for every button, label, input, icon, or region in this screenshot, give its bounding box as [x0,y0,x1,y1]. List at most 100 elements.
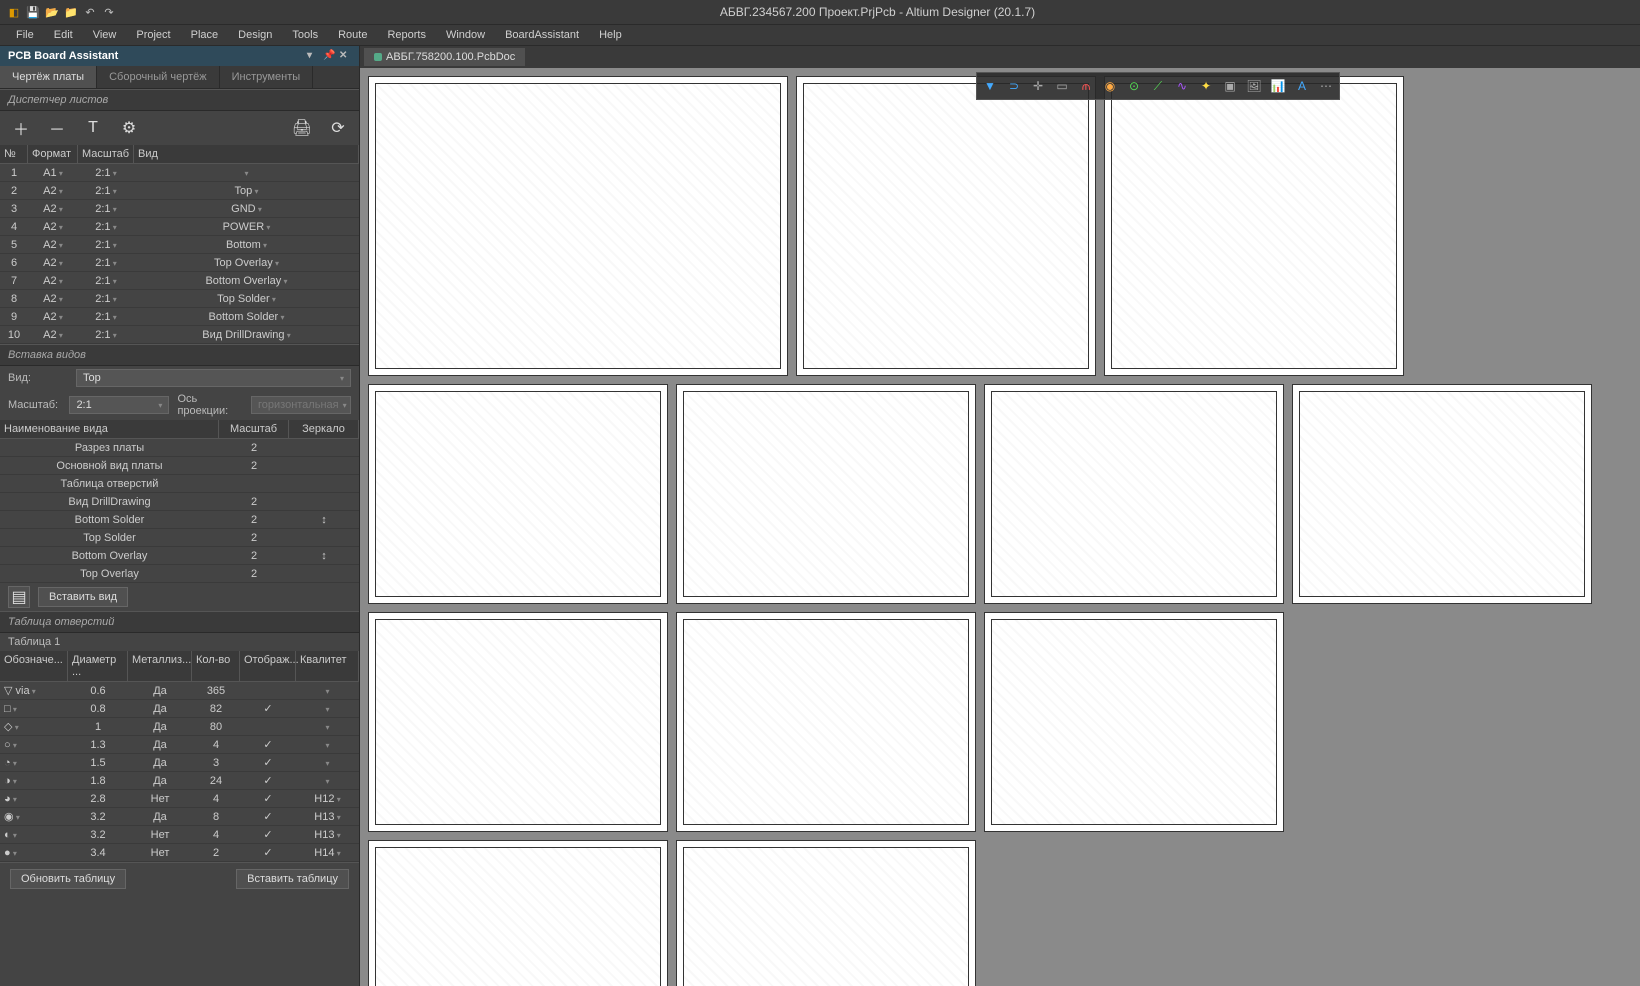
hole-row[interactable]: ◔ 1.5 Да 3 ✓ [0,754,359,772]
folder-icon[interactable]: 📁 [63,4,79,20]
sheet-row[interactable]: 6 A2 2:1 Top Overlay [0,254,359,272]
menu-boardassistant[interactable]: BoardAssistant [495,27,589,43]
text-tool-icon[interactable]: A [1291,75,1313,97]
tab-tools[interactable]: Инструменты [220,66,314,88]
more-icon[interactable]: ⋯ [1315,75,1337,97]
menu-help[interactable]: Help [589,27,632,43]
insert-view-button[interactable]: Вставить вид [38,587,128,607]
hole-row[interactable]: ◉ 3.2 Да 8 ✓ H13 [0,808,359,826]
sheet-row[interactable]: 9 A2 2:1 Bottom Solder [0,308,359,326]
update-table-button[interactable]: Обновить таблицу [10,869,126,889]
star-icon[interactable]: ✦ [1195,75,1217,97]
undo-icon[interactable]: ↶ [82,4,98,20]
sheet-row[interactable]: 7 A2 2:1 Bottom Overlay [0,272,359,290]
col-view[interactable]: Вид [134,145,359,163]
menu-place[interactable]: Place [181,27,229,43]
drawing-sheet[interactable] [368,384,668,604]
align-icon[interactable]: ⫙ [1075,75,1097,97]
menu-tools[interactable]: Tools [282,27,328,43]
drawing-sheet[interactable] [984,612,1284,832]
via-icon[interactable]: ⊙ [1123,75,1145,97]
drawing-sheet[interactable] [796,76,1096,376]
remove-sheet-icon[interactable]: － [46,117,68,139]
hole-row[interactable]: ◇ 1 Да 80 [0,718,359,736]
refresh-icon[interactable]: ⟳ [327,117,349,139]
col-symbol[interactable]: Обозначе... [0,651,68,681]
drawing-sheet[interactable] [368,840,668,986]
view-row[interactable]: Основной вид платы 2 [0,457,359,475]
magnet-icon[interactable]: ⊃ [1003,75,1025,97]
scale-select[interactable]: 2:1 [69,396,169,414]
add-sheet-icon[interactable]: ＋ [10,117,32,139]
col-metallization[interactable]: Металлиз... [128,651,192,681]
sheet-row[interactable]: 8 A2 2:1 Top Solder [0,290,359,308]
sheet-row[interactable]: 10 A2 2:1 Вид DrillDrawing [0,326,359,344]
drawing-sheet[interactable] [676,612,976,832]
pad-icon[interactable]: ◉ [1099,75,1121,97]
view-row[interactable]: Вид DrillDrawing 2 [0,493,359,511]
track-icon[interactable]: ⟋ [1147,75,1169,97]
layer-icon[interactable]: ▤ [8,586,30,608]
view-select[interactable]: Top [76,369,351,387]
rect-icon[interactable]: ▭ [1051,75,1073,97]
drawing-sheet[interactable] [676,384,976,604]
drawing-sheet[interactable] [1292,384,1592,604]
view-row[interactable]: Bottom Overlay 2 ↕ [0,547,359,565]
drawing-sheet[interactable] [368,76,788,376]
pcb-canvas[interactable]: ▼ ⊃ ✛ ▭ ⫙ ◉ ⊙ ⟋ ∿ ✦ ▣ 🖼 📊 A ⋯ [360,68,1640,986]
hole-row[interactable]: ◐ 3.2 Нет 4 ✓ H13 [0,826,359,844]
drawing-sheet[interactable] [984,384,1284,604]
sheet-row[interactable]: 4 A2 2:1 POWER [0,218,359,236]
panel-close-icon[interactable]: ✕ [339,50,351,62]
col-num[interactable]: № [0,145,28,163]
hole-row[interactable]: ○ 1.3 Да 4 ✓ [0,736,359,754]
crosshair-icon[interactable]: ✛ [1027,75,1049,97]
file-tab-pcbdoc[interactable]: АВБГ.758200.100.PcbDoc [364,48,525,66]
col-viewname[interactable]: Наименование вида [0,420,219,438]
hole-row[interactable]: ● 3.4 Нет 2 ✓ H14 [0,844,359,862]
sheet-row[interactable]: 5 A2 2:1 Bottom [0,236,359,254]
col-mirror[interactable]: Зеркало [289,420,359,438]
chart-icon[interactable]: 📊 [1267,75,1289,97]
tab-board-drawing[interactable]: Чертёж платы [0,66,97,88]
route-icon[interactable]: ∿ [1171,75,1193,97]
menu-reports[interactable]: Reports [377,27,436,43]
sheet-row[interactable]: 1 A1 2:1 [0,164,359,182]
drawing-sheet[interactable] [368,612,668,832]
hole-row[interactable]: □ 0.8 Да 82 ✓ [0,700,359,718]
text-icon[interactable]: T [82,117,104,139]
panel-dropdown-icon[interactable]: ▾ [307,50,319,62]
axis-select[interactable]: горизонтальная [251,396,351,414]
print-icon[interactable]: 🖨 [291,117,313,139]
menu-window[interactable]: Window [436,27,495,43]
layer-toggle-icon[interactable]: ▣ [1219,75,1241,97]
col-quality[interactable]: Квалитет [296,651,359,681]
sheet-row[interactable]: 3 A2 2:1 GND [0,200,359,218]
redo-icon[interactable]: ↷ [101,4,117,20]
view-row[interactable]: Top Overlay 2 [0,565,359,583]
insert-table-button[interactable]: Вставить таблицу [236,869,349,889]
view-row[interactable]: Разрез платы 2 [0,439,359,457]
tab-assembly-drawing[interactable]: Сборочный чертёж [97,66,220,88]
col-qty[interactable]: Кол-во [192,651,240,681]
save-icon[interactable]: 💾 [25,4,41,20]
menu-edit[interactable]: Edit [44,27,83,43]
drawing-sheet[interactable] [1104,76,1404,376]
view-row[interactable]: Bottom Solder 2 ↕ [0,511,359,529]
drawing-sheet[interactable] [676,840,976,986]
image-icon[interactable]: 🖼 [1243,75,1265,97]
hole-row[interactable]: ◕ 2.8 Нет 4 ✓ H12 [0,790,359,808]
view-row[interactable]: Таблица отверстий [0,475,359,493]
menu-route[interactable]: Route [328,27,377,43]
sheet-row[interactable]: 2 A2 2:1 Top [0,182,359,200]
view-row[interactable]: Top Solder 2 [0,529,359,547]
menu-file[interactable]: File [6,27,44,43]
menu-design[interactable]: Design [228,27,282,43]
col-scale[interactable]: Масштаб [78,145,134,163]
app-icon[interactable]: ◧ [6,4,22,20]
panel-pin-icon[interactable]: 📌 [323,50,335,62]
col-format[interactable]: Формат [28,145,78,163]
menu-view[interactable]: View [83,27,127,43]
col-display[interactable]: Отображ... [240,651,296,681]
menu-project[interactable]: Project [126,27,180,43]
